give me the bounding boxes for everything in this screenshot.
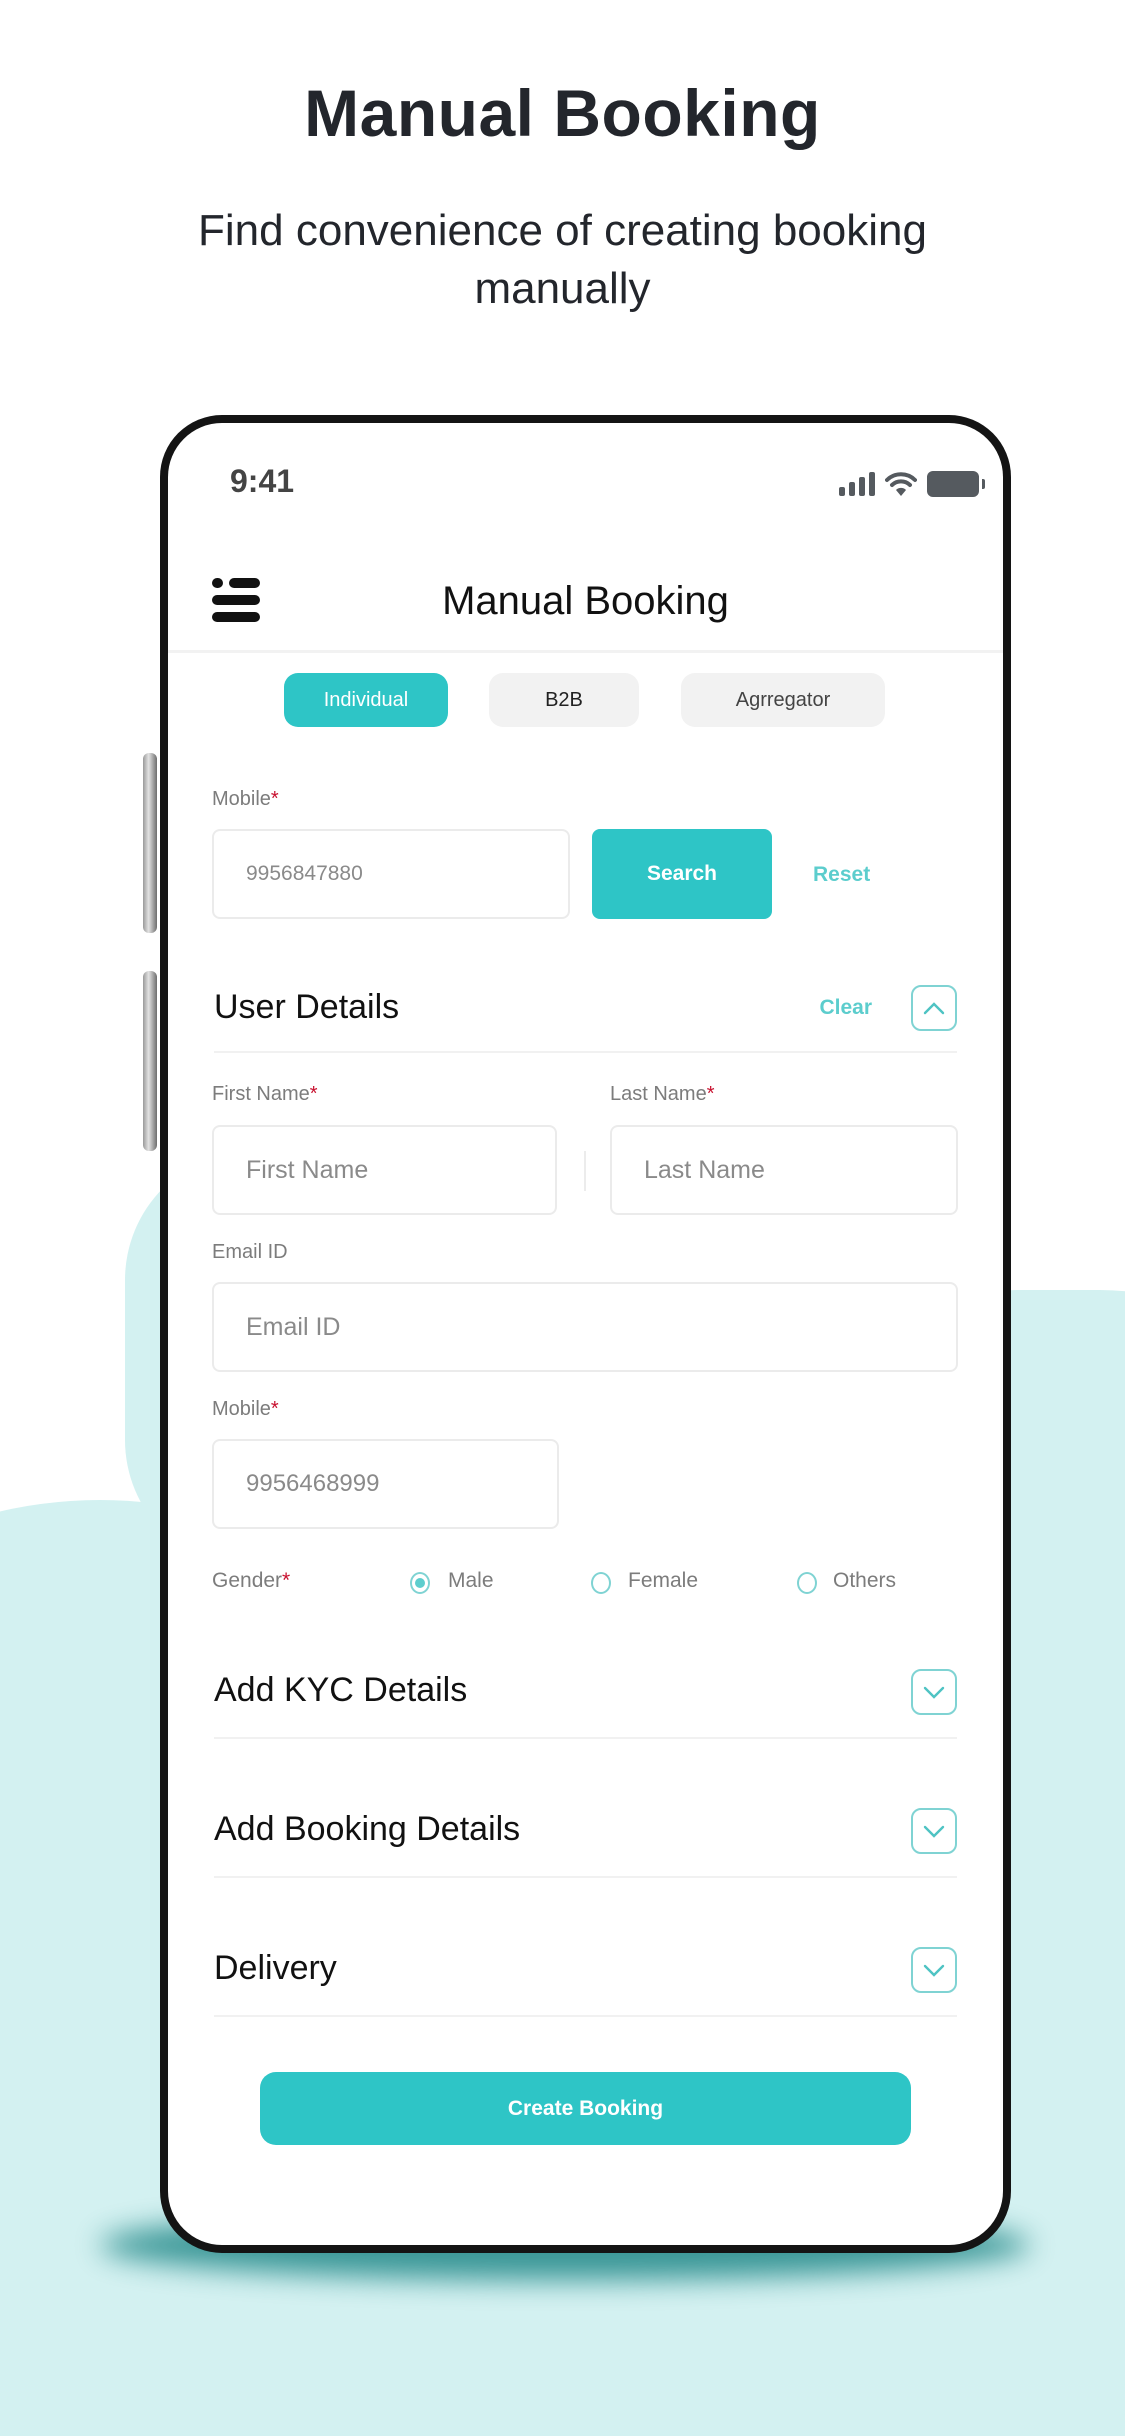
search-button[interactable]: Search	[592, 829, 772, 919]
last-name-placeholder: Last Name	[644, 1155, 765, 1184]
phone-frame: 9:41 Manual Booking Individual B2B Agrre…	[160, 415, 1011, 2253]
battery-icon	[927, 471, 985, 497]
status-time: 9:41	[230, 463, 295, 499]
clear-button[interactable]: Clear	[819, 996, 872, 1020]
wifi-icon	[885, 472, 917, 496]
last-name-input[interactable]: Last Name	[610, 1125, 958, 1215]
first-name-placeholder: First Name	[246, 1155, 369, 1184]
status-bar: 9:41	[168, 463, 1003, 503]
header-title: Manual Booking	[442, 579, 729, 623]
section-delivery[interactable]: Delivery	[214, 1927, 957, 2017]
search-mobile-input[interactable]: 9956847880	[212, 829, 570, 919]
tab-individual[interactable]: Individual	[284, 673, 448, 727]
section-booking-details[interactable]: Add Booking Details	[214, 1788, 957, 1878]
search-mobile-label-text: Mobile	[212, 788, 271, 810]
hero-title: Manual Booking	[304, 76, 821, 150]
field-divider	[584, 1151, 586, 1191]
signal-icon	[839, 472, 875, 496]
user-mobile-input[interactable]: 9956468999	[212, 1439, 559, 1529]
gender-radio-male[interactable]	[410, 1572, 430, 1594]
required-mark: *	[270, 788, 279, 810]
email-input[interactable]: Email ID	[212, 1282, 958, 1372]
gender-label: Gender*	[212, 1569, 290, 1593]
section-title: Add KYC Details	[214, 1671, 468, 1709]
expand-kyc-button[interactable]	[911, 1669, 957, 1715]
phone-volume-up-button	[143, 753, 157, 933]
chevron-up-icon	[923, 1002, 945, 1015]
expand-delivery-button[interactable]	[911, 1947, 957, 1993]
section-title: Add Booking Details	[214, 1810, 521, 1848]
first-name-input[interactable]: First Name	[212, 1125, 557, 1215]
reset-button[interactable]: Reset	[813, 863, 870, 887]
user-mobile-value: 9956468999	[246, 1470, 380, 1497]
user-mobile-label: Mobile*	[212, 1398, 279, 1421]
required-mark: *	[270, 1398, 279, 1420]
search-mobile-label: Mobile*	[212, 788, 279, 811]
email-label: Email ID	[212, 1241, 288, 1263]
user-details-title: User Details	[214, 988, 400, 1026]
status-icons	[839, 471, 985, 497]
phone-screen: 9:41 Manual Booking Individual B2B Agrre…	[168, 423, 1003, 2245]
search-mobile-value: 9956847880	[246, 862, 363, 885]
last-name-label-text: Last Name	[610, 1083, 707, 1105]
required-mark: *	[309, 1083, 318, 1105]
gender-radio-female[interactable]	[591, 1572, 611, 1594]
user-mobile-label-text: Mobile	[212, 1398, 271, 1420]
gender-option-male[interactable]: Male	[448, 1569, 494, 1593]
hero-subtitle: Find convenience of creating booking man…	[198, 206, 927, 313]
section-title: Delivery	[214, 1949, 337, 1987]
chevron-down-icon	[923, 1686, 945, 1699]
tab-agrregator[interactable]: Agrregator	[681, 673, 885, 727]
chevron-down-icon	[923, 1825, 945, 1838]
user-details-header[interactable]: User Details Clear	[214, 963, 957, 1053]
gender-option-others[interactable]: Others	[833, 1569, 896, 1593]
booking-type-tabs: Individual B2B Agrregator	[168, 673, 1003, 729]
last-name-label: Last Name*	[610, 1083, 715, 1106]
first-name-label: First Name*	[212, 1083, 318, 1106]
required-mark: *	[706, 1083, 715, 1105]
collapse-user-details-button[interactable]	[911, 985, 957, 1031]
first-name-label-text: First Name	[212, 1083, 310, 1105]
expand-booking-details-button[interactable]	[911, 1808, 957, 1854]
gender-radio-others[interactable]	[797, 1572, 817, 1594]
tab-b2b[interactable]: B2B	[489, 673, 639, 727]
chevron-down-icon	[923, 1964, 945, 1977]
phone-volume-down-button	[143, 971, 157, 1151]
gender-label-text: Gender	[212, 1569, 283, 1592]
section-kyc-details[interactable]: Add KYC Details	[214, 1649, 957, 1739]
email-placeholder: Email ID	[246, 1312, 341, 1341]
app-header: Manual Booking	[168, 553, 1003, 653]
create-booking-button[interactable]: Create Booking	[260, 2072, 911, 2145]
required-mark: *	[282, 1569, 291, 1592]
gender-option-female[interactable]: Female	[628, 1569, 698, 1593]
